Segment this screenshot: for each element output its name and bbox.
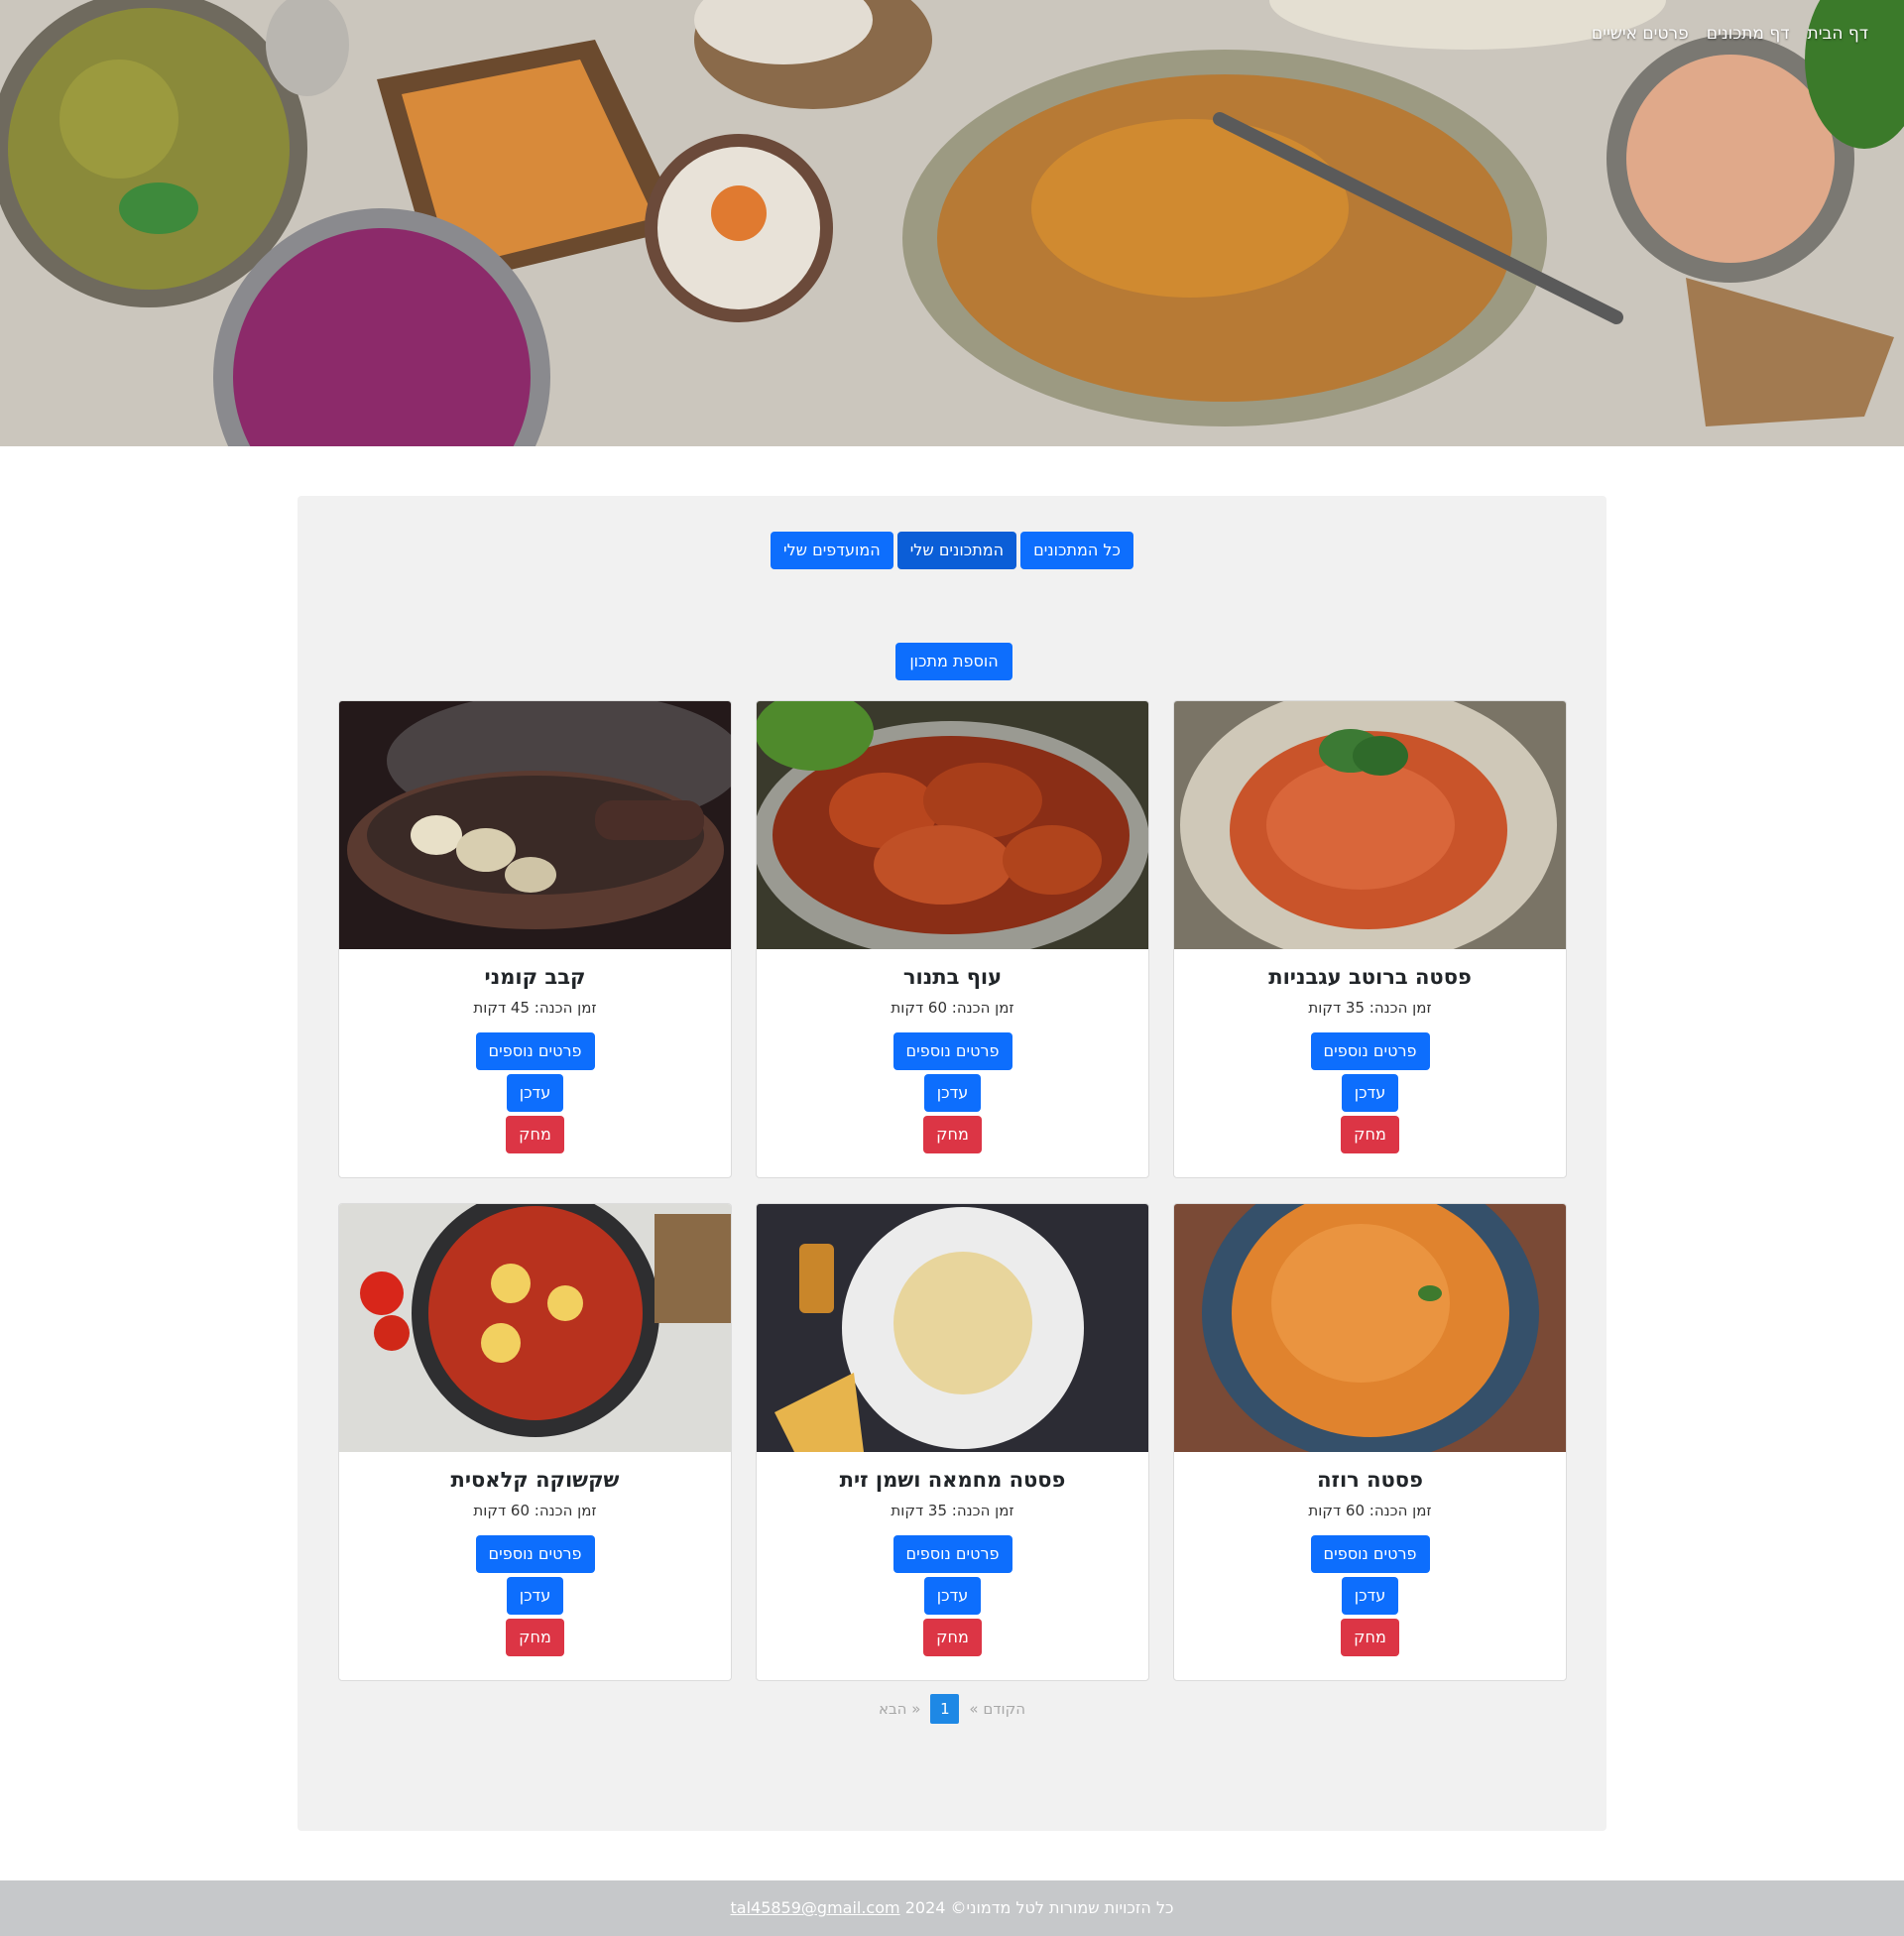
delete-button[interactable]: מחק (506, 1116, 564, 1153)
recipe-image[interactable] (757, 701, 1148, 949)
details-button[interactable]: פרטים נוספים (1310, 1032, 1430, 1070)
main-nav: דף הבית דף מתכונים פרטים אישיים (1592, 24, 1868, 44)
delete-button[interactable]: מחק (1341, 1116, 1399, 1153)
details-button[interactable]: פרטים נוספים (892, 1032, 1012, 1070)
recipe-image-kebab-grill (339, 701, 731, 949)
update-button[interactable]: עדכן (506, 1074, 564, 1112)
pagination: « הקודם 1 הבא » (298, 1694, 1606, 1724)
recipe-title: קבב קומני (484, 965, 586, 989)
details-button[interactable]: פרטים נוספים (1310, 1535, 1430, 1573)
recipe-prep-time: זמן הכנה: 35 דקות (891, 1502, 1014, 1519)
recipe-image-shakshuka (339, 1204, 731, 1452)
update-button[interactable]: עדכן (1341, 1577, 1399, 1615)
details-button[interactable]: פרטים נוספים (475, 1535, 595, 1573)
tab-my-recipes[interactable]: המתכונים שלי (896, 532, 1017, 569)
recipe-title: פסטה רוזה (1317, 1468, 1423, 1492)
footer-email-link[interactable]: tal45859@gmail.com (730, 1898, 899, 1917)
update-button[interactable]: עדכן (923, 1074, 982, 1112)
nav-profile-link[interactable]: פרטים אישיים (1592, 24, 1689, 44)
details-button[interactable]: פרטים נוספים (475, 1032, 595, 1070)
nav-recipes-link[interactable]: דף מתכונים (1707, 24, 1790, 44)
pagination-prev[interactable]: « הקודם (969, 1700, 1025, 1718)
recipe-card: פסטה מחמאה ושמן זית זמן הכנה: 35 דקות פר… (756, 1203, 1149, 1681)
recipe-image[interactable] (339, 1204, 731, 1452)
update-button[interactable]: עדכן (506, 1577, 564, 1615)
tab-favorites[interactable]: המועדפים שלי (771, 532, 893, 569)
tab-all-recipes[interactable]: כל המתכונים (1020, 532, 1133, 569)
details-button[interactable]: פרטים נוספים (892, 1535, 1012, 1573)
recipe-prep-time: זמן הכנה: 60 דקות (473, 1502, 597, 1519)
recipe-prep-time: זמן הכנה: 45 דקות (473, 999, 597, 1017)
recipe-image[interactable] (1174, 701, 1566, 949)
hero-food-image (0, 0, 1904, 446)
recipe-card: קבב קומני זמן הכנה: 45 דקות פרטים נוספים… (338, 700, 732, 1178)
delete-button[interactable]: מחק (506, 1619, 564, 1656)
recipe-title: שקשוקה קלאסית (450, 1468, 620, 1492)
recipe-card: שקשוקה קלאסית זמן הכנה: 60 דקות פרטים נו… (338, 1203, 732, 1681)
delete-button[interactable]: מחק (923, 1619, 982, 1656)
recipe-image-tomato-pasta (1174, 701, 1566, 949)
delete-button[interactable]: מחק (1341, 1619, 1399, 1656)
recipe-image-baked-chicken (757, 701, 1148, 949)
recipe-prep-time: זמן הכנה: 60 דקות (891, 999, 1014, 1017)
recipe-image-rose-pasta (1174, 1204, 1566, 1452)
recipe-image-butter-pasta (757, 1204, 1148, 1452)
recipe-title: פסטה מחמאה ושמן זית (839, 1468, 1066, 1492)
footer-copyright: כל הזכויות שמורות לטל מדמוני© 2024 (904, 1898, 1174, 1917)
update-button[interactable]: עדכן (1341, 1074, 1399, 1112)
recipe-card: עוף בתנור זמן הכנה: 60 דקות פרטים נוספים… (756, 700, 1149, 1178)
hero-banner: דף הבית דף מתכונים פרטים אישיים (0, 0, 1904, 446)
recipe-prep-time: זמן הכנה: 60 דקות (1308, 1502, 1432, 1519)
pagination-current-page[interactable]: 1 (930, 1694, 960, 1724)
nav-home-link[interactable]: דף הבית (1808, 24, 1868, 44)
footer: כל הזכויות שמורות לטל מדמוני© 2024 tal45… (0, 1880, 1904, 1936)
add-recipe-button[interactable]: הוספת מתכון (895, 643, 1012, 680)
recipe-image[interactable] (1174, 1204, 1566, 1452)
recipe-card: פסטה ברוטב עגבניות זמן הכנה: 35 דקות פרט… (1173, 700, 1567, 1178)
recipe-filter-tabs: כל המתכונים המתכונים שלי המועדפים שלי (298, 532, 1606, 569)
pagination-next[interactable]: הבא » (879, 1700, 920, 1718)
update-button[interactable]: עדכן (923, 1577, 982, 1615)
recipe-card: פסטה רוזה זמן הכנה: 60 דקות פרטים נוספים… (1173, 1203, 1567, 1681)
recipe-title: פסטה ברוטב עגבניות (1268, 965, 1472, 989)
delete-button[interactable]: מחק (923, 1116, 982, 1153)
recipe-image[interactable] (339, 701, 731, 949)
recipe-image[interactable] (757, 1204, 1148, 1452)
recipe-title: עוף בתנור (902, 965, 1003, 989)
recipes-panel: כל המתכונים המתכונים שלי המועדפים שלי הו… (298, 496, 1606, 1831)
recipe-grid: פסטה ברוטב עגבניות זמן הכנה: 35 דקות פרט… (337, 700, 1567, 1681)
recipe-prep-time: זמן הכנה: 35 דקות (1308, 999, 1432, 1017)
